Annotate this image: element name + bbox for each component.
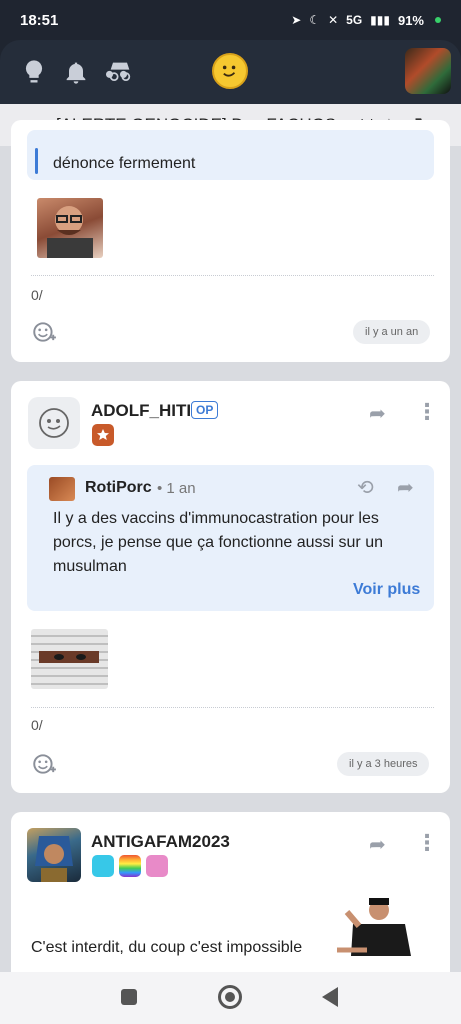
quoted-text: Il y a des vaccins d'immunocastration po… (53, 510, 383, 575)
post-image[interactable] (37, 198, 103, 258)
system-nav-bar (0, 972, 461, 1024)
recent-apps-icon[interactable] (121, 989, 137, 1005)
star-badge-icon (92, 424, 114, 446)
post-time: il y a un an (353, 320, 431, 344)
pharaoh-avatar-image (35, 836, 73, 882)
add-reaction-icon[interactable] (31, 751, 57, 777)
share-icon[interactable]: ➦ (369, 832, 386, 857)
laughing-man-image (47, 206, 93, 258)
quoted-author-name[interactable]: RotiPorc (85, 479, 152, 497)
author-avatar[interactable] (27, 828, 81, 882)
vote-count: 0/ (31, 717, 43, 733)
eyes-through-blinds-image (39, 651, 99, 663)
author-name[interactable]: ADOLF_HITI (91, 401, 191, 421)
network-label: 5G (346, 13, 363, 27)
author-avatar[interactable] (28, 397, 80, 449)
quote-bar (35, 148, 38, 174)
smiley-face-icon (222, 65, 236, 77)
post-text: C'est interdit, du coup c'est impossible (31, 939, 303, 956)
quote-block: RotiPorc • 1 an ⟲ ➦ Il y a des vaccins d… (27, 465, 434, 611)
quoted-author-avatar[interactable] (49, 477, 75, 501)
more-options-icon[interactable]: ⋮ (416, 399, 438, 425)
share-icon[interactable]: ➦ (369, 401, 386, 426)
stars-badge-icon (92, 855, 114, 877)
smiley-logo-icon[interactable] (212, 53, 248, 89)
more-options-icon[interactable]: ⋮ (416, 830, 438, 856)
back-triangle-icon[interactable] (322, 987, 338, 1007)
baby-badge-icon (146, 855, 168, 877)
history-icon[interactable]: ⟲ (357, 475, 374, 500)
separator (31, 707, 434, 708)
man-sticker-image (337, 898, 411, 956)
quote-block: dénonce fermement (27, 130, 434, 180)
post-sticker[interactable] (333, 894, 415, 956)
vote-count: 0/ (31, 287, 43, 303)
lightbulb-icon[interactable] (20, 58, 48, 86)
post-card: ADOLF_HITI OP ➦ ⋮ RotiPorc • 1 an ⟲ ➦ Il… (11, 381, 450, 793)
mute-icon: ✕ (328, 13, 339, 27)
battery-level: 91% (397, 12, 424, 28)
post-time: il y a 3 heures (337, 752, 430, 776)
bell-icon[interactable] (62, 58, 90, 86)
post-card: ANTIGAFAM2023 ➦ ⋮ C'est interdit, du cou… (11, 812, 450, 982)
quoted-time: • 1 an (157, 480, 196, 497)
app-bar (0, 40, 461, 104)
quote-text: dénonce fermement (53, 155, 196, 172)
privacy-dot-icon (435, 17, 441, 23)
status-bar: 18:51 ➤ ☾ ✕ 5G ▮▮▮ 91% (0, 0, 461, 40)
status-time: 18:51 (20, 11, 59, 29)
op-badge: OP (191, 401, 219, 419)
separator (31, 275, 434, 276)
user-avatar[interactable] (405, 48, 451, 94)
home-icon[interactable] (218, 985, 242, 1009)
default-smiley-avatar-icon (39, 408, 69, 438)
add-reaction-icon[interactable] (31, 319, 57, 345)
incognito-icon[interactable] (106, 58, 134, 86)
star-shape-icon (97, 429, 109, 440)
app-bar-inner (0, 40, 461, 104)
moon-icon: ☾ (309, 13, 321, 27)
location-icon: ➤ (291, 13, 302, 27)
author-name[interactable]: ANTIGAFAM2023 (91, 832, 230, 852)
signal-icon: ▮▮▮ (370, 13, 390, 27)
see-more-link[interactable]: Voir plus (353, 581, 420, 599)
post-card: dénonce fermement 0/ il y a un an (11, 120, 450, 362)
quote-share-icon[interactable]: ➦ (397, 475, 414, 500)
status-icons: ➤ ☾ ✕ 5G ▮▮▮ 91% (291, 13, 441, 28)
rainbow-badge-icon (119, 855, 141, 877)
post-image[interactable] (31, 629, 108, 689)
